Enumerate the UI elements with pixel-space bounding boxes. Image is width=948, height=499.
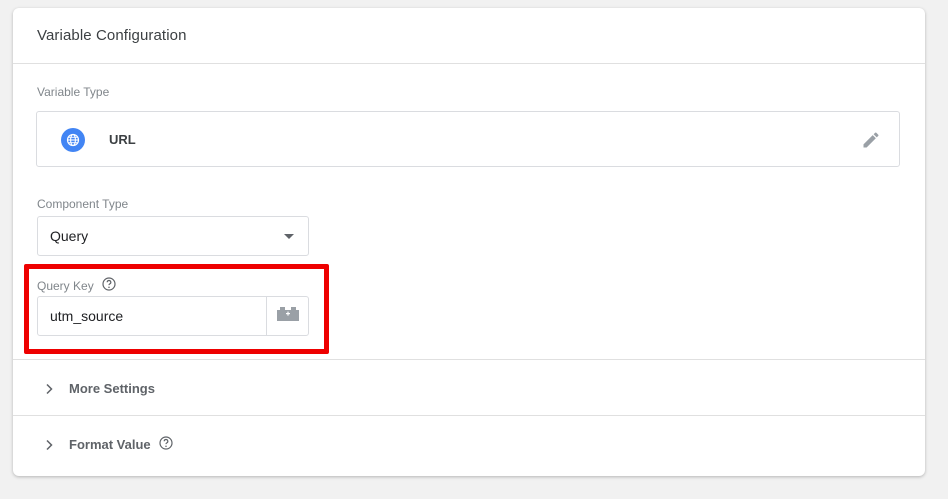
globe-icon bbox=[61, 128, 85, 152]
dropdown-arrow-icon bbox=[284, 234, 294, 239]
variable-type-label: Variable Type bbox=[37, 85, 110, 99]
help-circle-icon[interactable] bbox=[159, 435, 173, 453]
format-value-label: Format Value bbox=[69, 436, 151, 452]
card-title: Variable Configuration bbox=[13, 8, 925, 64]
variable-type-box[interactable]: URL bbox=[36, 111, 900, 167]
variable-configuration-card: Variable Configuration Variable Type URL… bbox=[13, 8, 925, 476]
component-type-value: Query bbox=[50, 228, 89, 244]
query-key-label: Query Key bbox=[37, 278, 94, 293]
component-type-select[interactable]: Query bbox=[37, 216, 309, 256]
more-settings-label: More Settings bbox=[69, 380, 155, 396]
pencil-icon[interactable] bbox=[861, 130, 881, 150]
query-key-value[interactable]: utm_source bbox=[38, 297, 266, 335]
help-circle-icon[interactable] bbox=[102, 277, 116, 294]
component-type-label: Component Type bbox=[37, 197, 129, 211]
chevron-right-icon bbox=[43, 382, 55, 395]
insert-variable-button[interactable] bbox=[266, 297, 308, 335]
format-value-label-row: Format Value bbox=[69, 435, 173, 453]
variable-type-value: URL bbox=[109, 132, 136, 147]
query-key-label-row: Query Key bbox=[37, 277, 116, 294]
lego-brick-icon bbox=[276, 306, 299, 327]
format-value-row[interactable]: Format Value bbox=[13, 415, 925, 472]
query-key-input[interactable]: utm_source bbox=[37, 296, 309, 336]
more-settings-row[interactable]: More Settings bbox=[13, 359, 925, 416]
chevron-right-icon bbox=[43, 438, 55, 451]
